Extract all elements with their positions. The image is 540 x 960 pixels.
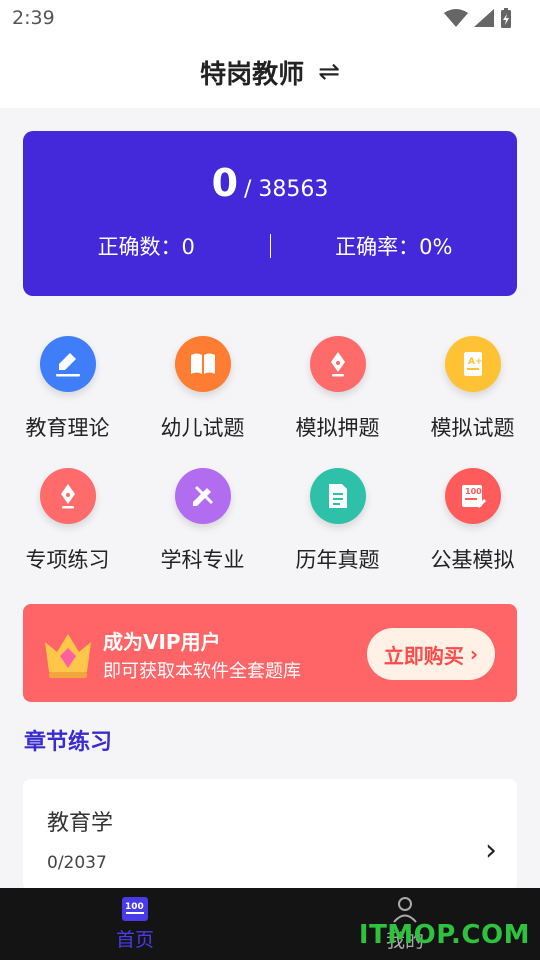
status-icons	[444, 8, 512, 28]
grid-item-label: 历年真题	[295, 548, 380, 572]
grid-item-mock-predictions[interactable]: 模拟押题	[270, 336, 405, 442]
tab-home[interactable]: 100 首页	[0, 888, 270, 960]
vip-subtitle: 即可获取本软件全套题库	[103, 661, 301, 682]
grid-item-public-basics-mock[interactable]: 100 公基模拟	[405, 468, 540, 574]
page-title: 特岗教师	[200, 59, 305, 90]
grid-item-kids-questions[interactable]: 幼儿试题	[135, 336, 270, 442]
grid-item-label: 幼儿试题	[160, 416, 245, 440]
buy-now-button[interactable]: 立即购买 ›	[367, 628, 495, 680]
vip-banner[interactable]: 成为VIP用户 即可获取本软件全套题库 立即购买 ›	[23, 604, 517, 702]
stat-row: 正确数：0 正确率：0%	[23, 231, 517, 261]
signal-icon	[474, 9, 494, 27]
battery-icon	[501, 8, 511, 28]
grid-item-label: 教育理论	[25, 416, 110, 440]
chapter-progress: 0/2037	[47, 853, 107, 873]
stats-card: 0/ 38563 正确数：0 正确率：0%	[23, 131, 517, 296]
app-header: 特岗教师 ⇌	[0, 36, 540, 108]
crown-icon	[45, 634, 91, 678]
status-time: 2:39	[12, 7, 55, 29]
svg-text:100: 100	[465, 487, 482, 496]
home-100-icon: 100	[122, 897, 148, 921]
pen-nib-icon	[39, 468, 96, 524]
grid-item-label: 模拟押题	[295, 416, 380, 440]
grade-paper-icon: A+	[444, 336, 501, 392]
score-sheet-icon: 100	[444, 468, 501, 524]
grid-item-past-papers[interactable]: 历年真题	[270, 468, 405, 574]
pen-nib-icon	[309, 336, 366, 392]
feature-grid: 教育理论 幼儿试题 模拟押题 A+ 模拟试题 专项练习 学科专业 历年真题 10…	[0, 336, 540, 574]
grid-item-mock-tests[interactable]: A+ 模拟试题	[405, 336, 540, 442]
grid-item-special-practice[interactable]: 专项练习	[0, 468, 135, 574]
book-icon	[174, 336, 231, 392]
score-line: 0/ 38563	[23, 161, 517, 205]
grid-item-subject-major[interactable]: 学科专业	[135, 468, 270, 574]
grid-item-education-theory[interactable]: 教育理论	[0, 336, 135, 442]
grid-item-label: 专项练习	[25, 548, 110, 572]
section-title: 章节练习	[24, 730, 113, 755]
grid-item-label: 公基模拟	[430, 548, 515, 572]
pen-note-icon	[39, 336, 96, 392]
document-icon	[309, 468, 366, 524]
total-count: / 38563	[244, 177, 329, 202]
grid-item-label: 模拟试题	[430, 416, 515, 440]
correct-rate: 正确率：0%	[335, 235, 453, 259]
vip-title: 成为VIP用户	[103, 630, 221, 654]
svg-text:A+: A+	[468, 357, 483, 367]
buy-now-label: 立即购买	[383, 643, 464, 668]
done-count: 0	[211, 161, 239, 205]
tab-label: 首页	[115, 929, 154, 951]
pencil-ruler-icon	[174, 468, 231, 524]
chapter-item[interactable]: 教育学 0/2037 ›	[23, 779, 517, 891]
svg-text:100: 100	[125, 902, 144, 912]
chapter-name: 教育学	[47, 811, 114, 836]
chevron-right-icon: ›	[485, 833, 497, 868]
correct-count: 正确数：0	[97, 235, 195, 259]
grid-item-label: 学科专业	[160, 548, 245, 572]
watermark: ITMOP.COM	[358, 920, 530, 950]
wifi-icon	[444, 9, 468, 27]
chevron-right-icon: ›	[469, 642, 479, 666]
switch-exam-icon[interactable]: ⇌	[318, 57, 340, 87]
status-bar: 2:39	[0, 0, 540, 36]
person-icon	[393, 897, 417, 923]
